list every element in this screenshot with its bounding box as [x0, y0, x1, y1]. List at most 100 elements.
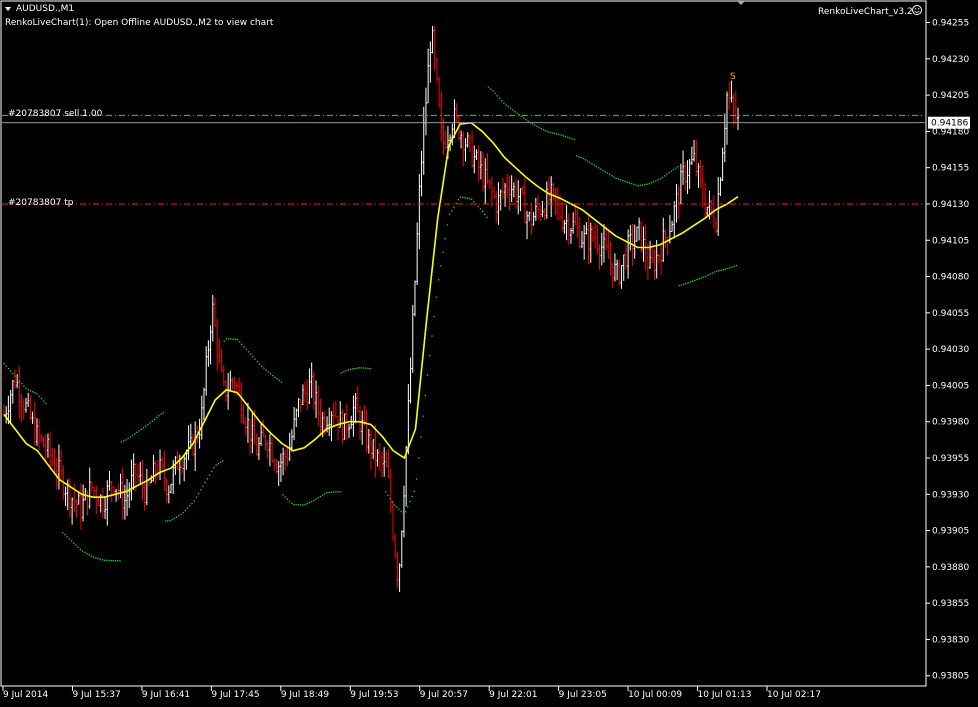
- trailing-stop-dot: [169, 520, 171, 522]
- ohlc-bar: [409, 357, 412, 404]
- trailing-stop-dot: [215, 464, 217, 466]
- trailing-stop-dot: [62, 532, 64, 534]
- trailing-stop-dot: [131, 434, 134, 437]
- trailing-stop-dot: [404, 511, 407, 513]
- trailing-stop-dot: [611, 175, 613, 177]
- ohlc-bar: [567, 213, 570, 245]
- trailing-stop-dot: [691, 280, 694, 282]
- y-tick-label: 0.93805: [932, 672, 969, 682]
- ohlc-bar: [539, 205, 542, 222]
- trailing-stop-dot: [729, 267, 731, 269]
- ohlc-bar: [732, 93, 735, 125]
- trailing-stop-dot: [263, 367, 265, 369]
- trailing-stop-dot: [396, 506, 398, 508]
- trailing-stop-dot: [239, 341, 241, 343]
- trailing-stop-dot: [288, 500, 291, 502]
- ohlc-bar: [723, 113, 726, 163]
- ohlc-bar: [304, 382, 307, 403]
- trailing-stop-dot: [444, 237, 446, 240]
- ohlc-bar: [497, 182, 500, 225]
- trailing-stop-dot: [97, 557, 99, 560]
- ohlc-bar: [130, 459, 133, 501]
- ohlc-bar: [126, 479, 129, 517]
- trailing-stop-dot: [337, 491, 339, 493]
- ohlc-bar: [218, 338, 221, 365]
- trailing-stop-dot: [470, 198, 473, 201]
- trailing-stop-dot: [446, 224, 449, 226]
- trailing-stop-dot: [426, 374, 429, 376]
- ohlc-bar: [40, 434, 43, 443]
- ohlc-bar: [471, 130, 474, 168]
- trailing-stop-dot: [527, 120, 529, 122]
- trailing-stop-dot: [490, 88, 492, 90]
- trailing-stop-dot: [274, 376, 276, 378]
- y-tick-label: 0.93955: [932, 454, 969, 464]
- ohlc-bar: [589, 222, 592, 263]
- trailing-stop-dot: [339, 491, 341, 493]
- trailing-stop-dot: [453, 206, 455, 208]
- ohlc-bar: [117, 483, 120, 501]
- trailing-stop-dot: [567, 136, 569, 138]
- ohlc-bar: [569, 227, 572, 244]
- ohlc-bar: [629, 225, 632, 251]
- ohlc-bar: [251, 410, 254, 454]
- dropdown-triangle-icon[interactable]: [5, 7, 11, 11]
- trailing-stop-dot: [304, 504, 306, 506]
- ohlc-bar: [613, 253, 616, 282]
- trailing-stop-dot: [407, 506, 409, 508]
- trailing-stop-dot: [356, 367, 358, 369]
- y-tick-label: 0.94180: [932, 127, 969, 137]
- trailing-stop-dot: [709, 273, 711, 275]
- ohlc-bar: [545, 181, 548, 219]
- ohlc-bar: [123, 484, 126, 520]
- ohlc-bar: [337, 415, 340, 441]
- ohlc-bar: [624, 243, 627, 270]
- ohlc-bar: [389, 468, 392, 514]
- trailing-stop-dot: [142, 427, 145, 429]
- ohlc-bar: [275, 459, 278, 474]
- y-tick-label: 0.93855: [932, 599, 969, 609]
- ohlc-bar: [154, 460, 157, 485]
- trailing-stop-dot: [363, 367, 365, 369]
- trailing-stop-dot: [411, 495, 413, 498]
- ohlc-bar: [284, 449, 287, 470]
- trailing-stop-dot: [619, 179, 622, 181]
- ohlc-bar: [719, 177, 722, 196]
- trailing-stop-dot: [540, 128, 542, 130]
- trailing-stop-dot: [335, 491, 337, 493]
- ohlc-bar: [653, 248, 656, 280]
- ohlc-bar: [701, 164, 704, 208]
- ohlc-bar: [501, 177, 504, 200]
- ohlc-bar: [367, 429, 370, 454]
- trailing-stop-dot: [639, 184, 642, 187]
- ohlc-bar: [137, 463, 140, 484]
- trailing-stop-dot: [689, 281, 691, 283]
- ohlc-bar: [97, 497, 100, 507]
- trailing-stop-dot: [330, 491, 333, 493]
- ohlc-bar: [279, 453, 282, 482]
- trailing-stop-dot: [219, 461, 222, 463]
- trailing-stop-dot: [243, 346, 245, 348]
- ohlc-bar: [356, 385, 359, 412]
- ohlc-bar: [79, 483, 82, 530]
- chart-canvas[interactable]: 0.94255 0.94230 0.94205 0.94180 0.94155 0.941…: [0, 0, 978, 707]
- trailing-stop-dot: [184, 509, 186, 512]
- trailing-stop-dot: [236, 338, 239, 341]
- window-restore-icon[interactable]: [737, 1, 745, 5]
- trailing-stop-dot: [630, 183, 633, 185]
- ohlc-bar: [460, 130, 463, 149]
- trailing-stop-dot: [204, 481, 206, 484]
- indicator-info-line: RenkoLiveChart(1): Open Offline AUDUSD.,…: [5, 18, 274, 28]
- trailing-stop-dot: [545, 130, 547, 132]
- tp-order-label: #20783807 tp: [8, 198, 74, 208]
- ohlc-bar: [75, 499, 78, 518]
- trailing-stop-dot: [241, 343, 243, 346]
- trailing-stop-dot: [433, 315, 435, 318]
- ohlc-bar: [194, 421, 197, 472]
- trailing-stop-dot: [313, 499, 315, 502]
- trailing-stop-dot: [230, 338, 232, 340]
- x-tick-label: 9 Jul 18:49: [281, 690, 330, 700]
- ohlc-bar: [512, 182, 515, 198]
- trailing-stop-dot: [437, 279, 440, 281]
- ohlc-bar: [334, 401, 337, 418]
